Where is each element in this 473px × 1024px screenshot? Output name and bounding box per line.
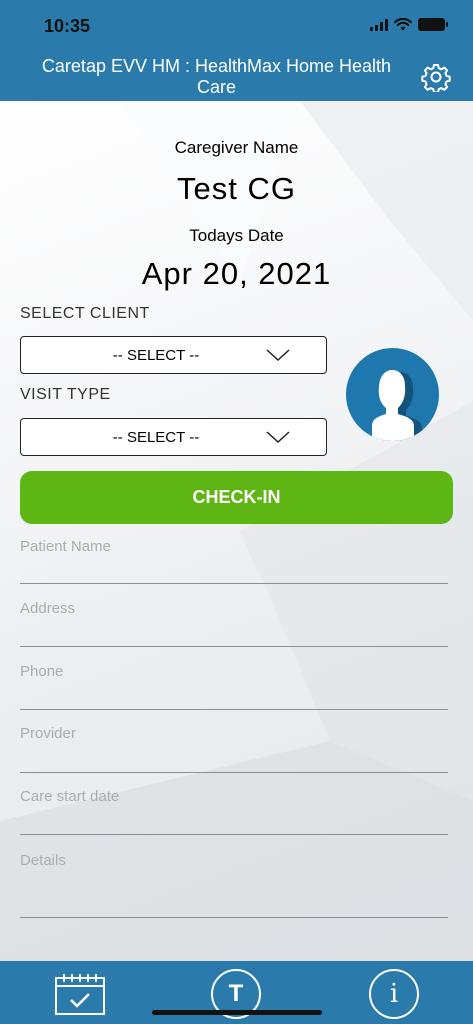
visit-type-value: -- SELECT -- [112, 428, 200, 446]
address-placeholder: Address [20, 600, 76, 617]
visit-type-dropdown[interactable]: -- SELECT -- [20, 418, 327, 456]
client-avatar [346, 348, 439, 441]
person-silhouette-icon [372, 370, 422, 441]
phone-placeholder: Phone [20, 663, 64, 680]
chevron-down-icon [266, 349, 290, 362]
care-start-date-field[interactable]: Care start date [20, 788, 448, 835]
home-indicator [152, 1010, 322, 1015]
provider-field[interactable]: Provider [20, 725, 448, 773]
status-icons [370, 18, 448, 31]
address-field[interactable]: Address [20, 600, 448, 647]
provider-placeholder: Provider [20, 725, 76, 742]
caregiver-label: Caregiver Name [174, 138, 299, 157]
check-in-button[interactable]: CHECK-IN [20, 471, 453, 524]
tab-calendar[interactable] [54, 972, 106, 1016]
app-header: 10:35 Caretap EVV HM : HealthMax Home He… [0, 0, 473, 101]
chevron-down-icon [266, 431, 290, 444]
care-start-date-placeholder: Care start date [20, 788, 120, 805]
calendar-check-icon [55, 974, 105, 1015]
cellular-signal-icon [370, 18, 388, 31]
visit-type-label: VISIT TYPE [20, 386, 111, 403]
patient-name-field[interactable]: Patient Name [20, 538, 448, 584]
date-value: Apr 20, 2021 [141, 256, 332, 291]
battery-icon [418, 18, 448, 31]
tab-info-button[interactable]: i [369, 969, 419, 1019]
settings-button[interactable] [421, 62, 451, 94]
header-title: Caretap EVV HM : HealthMax Home Health C… [41, 56, 392, 97]
status-time: 10:35 [44, 16, 91, 36]
date-label: Todays Date [189, 226, 284, 245]
details-field[interactable]: Details [20, 852, 448, 918]
select-client-value: -- SELECT -- [112, 346, 200, 364]
select-client-label: SELECT CLIENT [20, 305, 150, 322]
gear-icon [421, 64, 451, 94]
details-placeholder: Details [20, 852, 66, 869]
phone-field[interactable]: Phone [20, 663, 448, 710]
caregiver-name: Test CG [177, 171, 296, 206]
wifi-icon [394, 18, 412, 31]
patient-name-placeholder: Patient Name [20, 538, 111, 555]
select-client-dropdown[interactable]: -- SELECT -- [20, 336, 327, 374]
